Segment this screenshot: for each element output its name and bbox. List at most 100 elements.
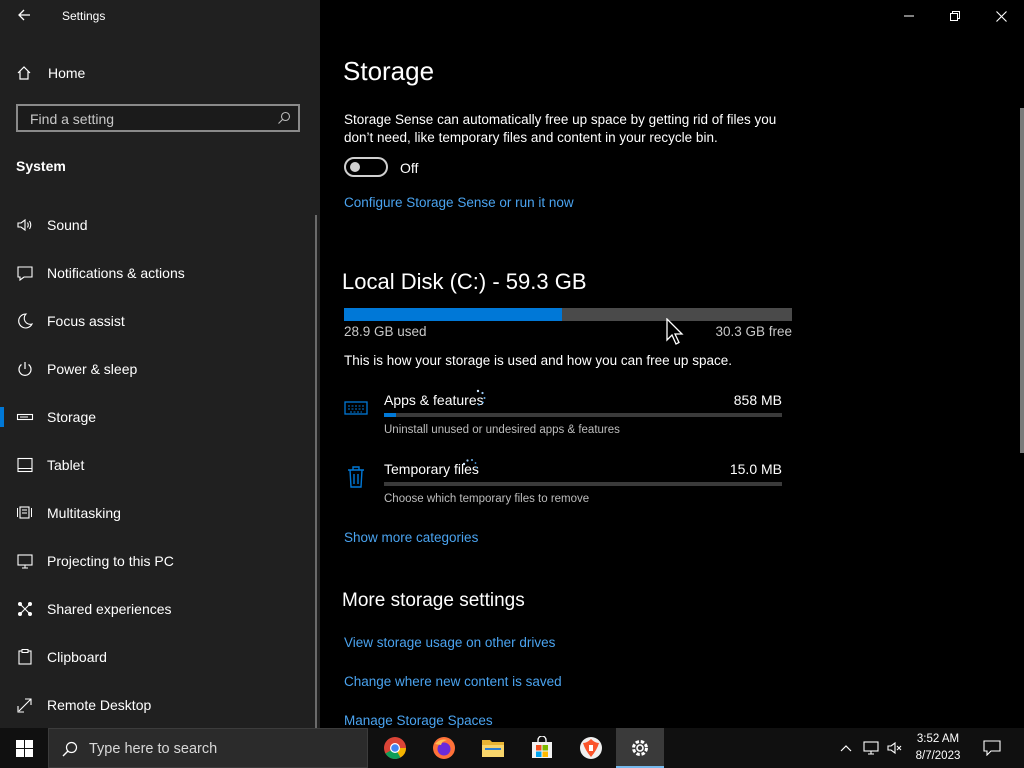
- moon-icon: [16, 312, 34, 330]
- taskbar-app-brave[interactable]: [567, 728, 615, 768]
- minimize-icon: [904, 15, 914, 17]
- file-explorer-icon: [482, 740, 504, 757]
- disk-free-label: 30.3 GB free: [715, 324, 792, 339]
- show-hidden-icons-button[interactable]: [836, 728, 856, 768]
- category-usage-bar: [384, 482, 782, 486]
- category-apps-features[interactable]: Apps & features 858 MB Uninstall unused …: [344, 389, 784, 452]
- firefox-icon: [433, 737, 455, 759]
- taskbar-clock[interactable]: 3:52 AM 8/7/2023: [906, 731, 970, 765]
- nav-home-label: Home: [48, 65, 86, 81]
- sidebar-item-shared-experiences[interactable]: Shared experiences: [0, 589, 316, 629]
- app-title: Settings: [62, 9, 106, 23]
- loading-spinner-icon: [462, 459, 478, 469]
- sidebar-item-clipboard[interactable]: Clipboard: [0, 637, 316, 677]
- power-icon: [16, 360, 34, 378]
- notification-icon: [16, 264, 34, 282]
- category-description: Uninstall unused or undesired apps & fea…: [384, 424, 620, 436]
- storage-sense-description: Storage Sense can automatically free up …: [344, 112, 777, 145]
- section-title-system: System: [16, 158, 66, 174]
- sidebar-item-notifications[interactable]: Notifications & actions: [0, 253, 316, 293]
- speaker-icon: [16, 216, 34, 234]
- action-center-button[interactable]: [978, 728, 1006, 768]
- page-title: Storage: [343, 56, 435, 86]
- change-new-content-location-link[interactable]: Change where new content is saved: [344, 674, 562, 689]
- taskbar-app-microsoft-store[interactable]: [518, 728, 566, 768]
- clock-date: 8/7/2023: [915, 750, 961, 762]
- shared-experiences-icon: [16, 600, 34, 618]
- show-more-categories-link[interactable]: Show more categories: [344, 530, 478, 545]
- find-setting-search[interactable]: [16, 104, 300, 132]
- toggle-state-label: Off: [400, 160, 419, 176]
- network-icon: [863, 741, 879, 755]
- arrow-left-icon: [18, 9, 30, 21]
- projecting-icon: [16, 552, 34, 570]
- multitasking-icon: [16, 504, 34, 522]
- trash-icon: [344, 465, 368, 489]
- sidebar-item-storage[interactable]: Storage: [0, 397, 316, 437]
- sidebar-item-power-sleep[interactable]: Power & sleep: [0, 349, 316, 389]
- sidebar-item-label: Power & sleep: [47, 361, 138, 377]
- settings-gear-icon: [632, 740, 648, 756]
- sidebar-item-label: Focus assist: [47, 313, 125, 329]
- category-size: 858 MB: [733, 392, 782, 408]
- clock-time: 3:52 AM: [916, 733, 960, 745]
- sidebar-item-label: Clipboard: [47, 649, 107, 665]
- sidebar-item-label: Remote Desktop: [47, 697, 152, 713]
- category-usage-bar: [384, 413, 782, 417]
- notification-icon: [983, 740, 1001, 756]
- apps-features-icon: [344, 396, 368, 420]
- network-button[interactable]: [860, 728, 882, 768]
- taskbar-app-chrome[interactable]: [371, 728, 419, 768]
- sidebar-item-sound[interactable]: Sound: [0, 205, 316, 245]
- category-size: 15.0 MB: [729, 461, 782, 477]
- sidebar-scrollbar[interactable]: [315, 215, 317, 730]
- category-usage-fill: [384, 413, 396, 417]
- category-temporary-files[interactable]: Temporary files 15.0 MB Choose which tem…: [344, 459, 784, 521]
- sidebar-item-tablet[interactable]: Tablet: [0, 445, 316, 485]
- sidebar-item-focus-assist[interactable]: Focus assist: [0, 301, 316, 341]
- taskbar-search-box[interactable]: Type here to search: [48, 728, 368, 768]
- sidebar-item-multitasking[interactable]: Multitasking: [0, 493, 316, 533]
- sidebar-item-label: Storage: [47, 409, 97, 425]
- start-button[interactable]: [0, 728, 48, 768]
- search-icon: [62, 741, 78, 757]
- restore-button[interactable]: [932, 0, 978, 32]
- view-storage-other-drives-link[interactable]: View storage usage on other drives: [344, 635, 555, 650]
- remote-desktop-icon: [16, 696, 34, 714]
- loading-spinner-icon: [476, 389, 486, 406]
- sidebar-item-label: Notifications & actions: [47, 265, 185, 281]
- home-icon: [16, 65, 32, 81]
- taskbar-app-file-explorer[interactable]: [469, 728, 517, 768]
- taskbar-app-settings[interactable]: [616, 728, 664, 768]
- configure-storage-sense-link[interactable]: Configure Storage Sense or run it now: [344, 195, 574, 210]
- taskbar-app-firefox[interactable]: [420, 728, 468, 768]
- brave-icon: [580, 737, 602, 759]
- disk-used-label: 28.9 GB used: [344, 324, 427, 339]
- manage-storage-spaces-link[interactable]: Manage Storage Spaces: [344, 713, 493, 728]
- minimize-button[interactable]: [886, 0, 932, 32]
- nav-home[interactable]: Home: [0, 56, 320, 90]
- more-storage-settings-title: More storage settings: [342, 590, 525, 611]
- storage-sense-toggle[interactable]: [344, 157, 388, 177]
- find-setting-input[interactable]: [28, 109, 272, 129]
- sidebar-item-label: Shared experiences: [47, 601, 172, 617]
- disk-title: Local Disk (C:) - 59.3 GB: [342, 269, 587, 294]
- close-button[interactable]: [978, 0, 1024, 32]
- disk-usage-bar: [344, 308, 792, 321]
- back-button[interactable]: [10, 4, 38, 28]
- disk-usage-fill: [344, 308, 563, 321]
- chevron-up-icon: [840, 745, 852, 752]
- storage-icon: [16, 408, 34, 426]
- sidebar-item-label: Projecting to this PC: [47, 553, 174, 569]
- search-icon: [278, 111, 291, 124]
- clipboard-icon: [16, 648, 34, 666]
- sidebar-item-label: Multitasking: [47, 505, 121, 521]
- sidebar-item-projecting[interactable]: Projecting to this PC: [0, 541, 316, 581]
- sidebar-item-remote-desktop[interactable]: Remote Desktop: [0, 685, 316, 725]
- toggle-knob: [350, 162, 360, 172]
- volume-button[interactable]: [884, 728, 906, 768]
- storage-page: Storage Storage Sense can automatically …: [320, 0, 1024, 728]
- mouse-pointer-icon: [666, 318, 684, 345]
- taskbar-search-text: Type here to search: [89, 741, 218, 757]
- main-scrollbar[interactable]: [1020, 108, 1024, 453]
